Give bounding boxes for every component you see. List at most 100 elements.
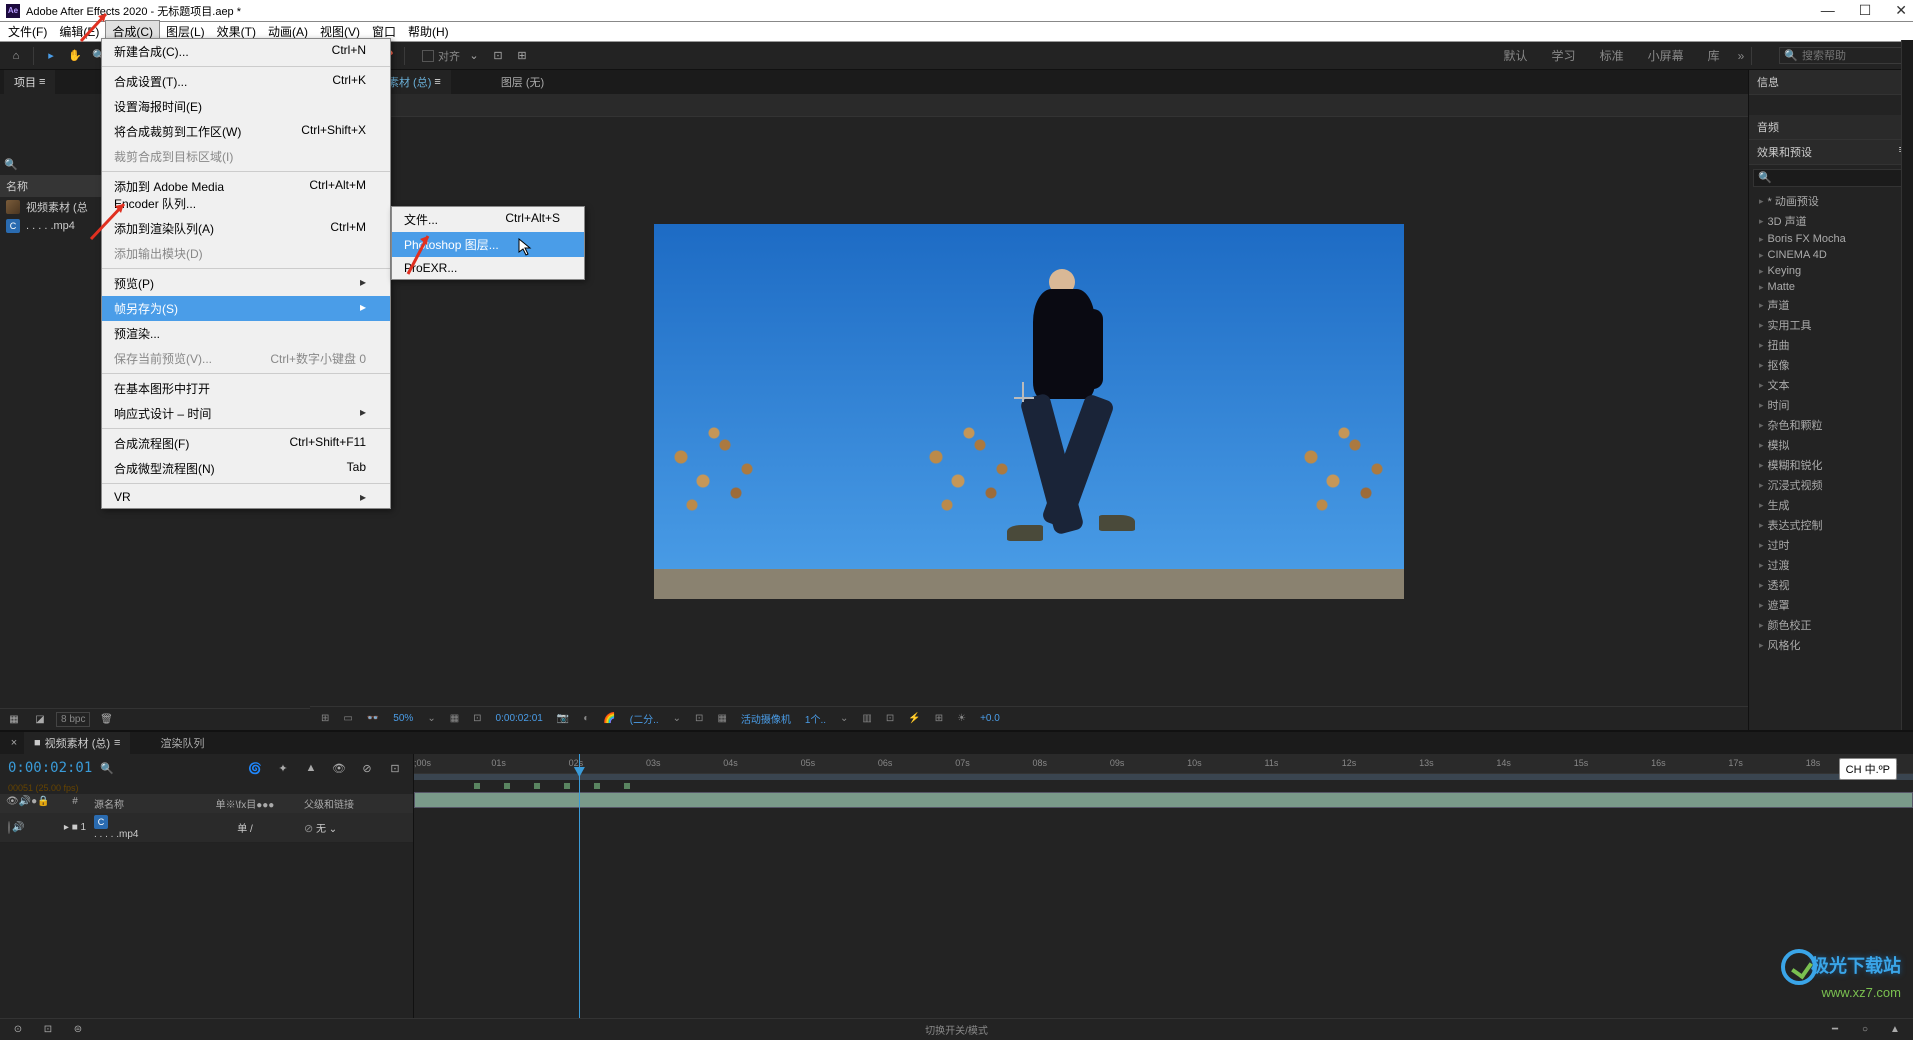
comp-breadcrumb[interactable]: 材 (总) — [310, 94, 1748, 117]
interpret-footage-icon[interactable]: ▦ — [4, 710, 24, 730]
preset-category[interactable]: ▸声道 — [1749, 295, 1913, 315]
menu-item[interactable]: 帧另存为(S)▸ — [102, 296, 390, 321]
keyframe-marker[interactable] — [474, 783, 480, 789]
menu-item[interactable]: 设置海报时间(E) — [102, 94, 390, 119]
preset-category[interactable]: ▸遮罩 — [1749, 595, 1913, 615]
preset-category[interactable]: ▸Boris FX Mocha — [1749, 231, 1913, 247]
layer-toggles[interactable]: 🔊 — [0, 822, 60, 833]
toggle-switches-icon[interactable]: ⊙ — [8, 1020, 28, 1040]
bpc-indicator[interactable]: 8 bpc — [56, 712, 90, 727]
region-icon[interactable]: ⊡ — [692, 713, 706, 724]
submenu-item[interactable]: 文件...Ctrl+Alt+S — [392, 207, 584, 232]
audio-icon[interactable]: 🔊 — [12, 822, 24, 833]
snap-options-icon[interactable]: ⌄ — [464, 46, 484, 66]
close-button[interactable]: ✕ — [1895, 2, 1907, 19]
zoom-chevron-icon[interactable]: ⌄ — [424, 713, 438, 724]
layer-row[interactable]: 🔊 ▸ ■ 1 C . . . . .mp4 单 / ⊘ 无 ⌄ — [0, 813, 413, 843]
guides-icon[interactable]: ⊡ — [470, 713, 484, 724]
render-queue-tab[interactable]: 渲染队列 — [150, 731, 214, 755]
current-timecode[interactable]: 0:00:02:01 — [8, 760, 92, 776]
preset-category[interactable]: ▸抠像 — [1749, 355, 1913, 375]
resolution-icon[interactable]: ▭ — [340, 713, 355, 724]
quality-chevron-icon[interactable]: ⌄ — [670, 713, 684, 724]
menu-item[interactable]: 添加到 Adobe Media Encoder 队列...Ctrl+Alt+M — [102, 174, 390, 216]
preset-category[interactable]: ▸模糊和锐化 — [1749, 455, 1913, 475]
preset-category[interactable]: ▸实用工具 — [1749, 315, 1913, 335]
menu-帮助h[interactable]: 帮助(H) — [402, 21, 455, 42]
keyframe-marker[interactable] — [594, 783, 600, 789]
color-mgmt-icon[interactable]: 🌈 — [600, 713, 618, 724]
time-ruler[interactable]: ;00s01s02s03s04s05s06s07s08s09s10s11s12s… — [414, 754, 1913, 774]
preset-category[interactable]: ▸风格化 — [1749, 635, 1913, 655]
zoom-in-icon[interactable]: ▲ — [1885, 1020, 1905, 1040]
layer-bar[interactable] — [414, 792, 1913, 808]
preset-category[interactable]: ▸扭曲 — [1749, 335, 1913, 355]
work-area-bar[interactable] — [414, 774, 1913, 780]
preset-category[interactable]: ▸表达式控制 — [1749, 515, 1913, 535]
preset-category[interactable]: ▸时间 — [1749, 395, 1913, 415]
audio-panel-header[interactable]: 音频 — [1749, 115, 1913, 140]
timeline-comp-tab[interactable]: ■ 视频素材 (总) ≡ — [24, 732, 130, 754]
mask-icon[interactable]: 👓 — [364, 713, 382, 724]
project-tab[interactable]: 项目 ≡ — [4, 70, 55, 94]
tl-tool-4[interactable]: 👁 — [329, 758, 349, 778]
workspace-标准[interactable]: 标准 — [1598, 43, 1626, 68]
zoom-out-icon[interactable]: ━ — [1825, 1020, 1845, 1040]
effects-panel-header[interactable]: 效果和预设≡ — [1749, 140, 1913, 165]
layer-parent[interactable]: ⊘ 无 ⌄ — [300, 820, 413, 835]
tl-tool-3[interactable]: ▲ — [301, 758, 321, 778]
preset-category[interactable]: ▸颜色校正 — [1749, 615, 1913, 635]
preset-category[interactable]: ▸文本 — [1749, 375, 1913, 395]
help-search-input[interactable] — [1802, 50, 1902, 62]
keyframe-marker[interactable] — [564, 783, 570, 789]
keyframe-marker[interactable] — [624, 783, 630, 789]
layer-tab[interactable]: 图层 (无) — [491, 70, 554, 94]
exposure-reset-icon[interactable]: ☀ — [954, 713, 969, 724]
grid-icon[interactable]: ▦ — [447, 713, 462, 724]
zoom-slider-handle[interactable]: ○ — [1855, 1020, 1875, 1040]
layer-name-cell[interactable]: C . . . . .mp4 — [90, 815, 190, 840]
panel-menu-icon[interactable]: ≡ — [39, 76, 45, 88]
workspace-默认[interactable]: 默认 — [1502, 43, 1530, 68]
toolbar-extra-1[interactable]: ⊡ — [488, 46, 508, 66]
maximize-button[interactable]: ☐ — [1859, 2, 1872, 19]
preset-category[interactable]: ▸Matte — [1749, 279, 1913, 295]
pickwhip-icon[interactable]: ⊘ — [304, 823, 313, 835]
toolbar-extra-2[interactable]: ⊞ — [512, 46, 532, 66]
ime-indicator[interactable]: CH 中.ºP — [1839, 758, 1897, 780]
trash-icon[interactable]: 🗑 — [96, 710, 116, 730]
views-dropdown[interactable]: 1个.. — [802, 711, 829, 726]
help-search[interactable]: 🔍 — [1779, 47, 1907, 64]
menu-item[interactable]: 预览(P)▸ — [102, 271, 390, 296]
preset-category[interactable]: ▸CINEMA 4D — [1749, 247, 1913, 263]
selection-tool[interactable]: ▸ — [41, 46, 61, 66]
views-chevron-icon[interactable]: ⌄ — [837, 713, 851, 724]
visibility-icon[interactable] — [8, 821, 10, 834]
toggle-modes-icon[interactable]: ⊡ — [38, 1020, 58, 1040]
preset-category[interactable]: ▸沉浸式视频 — [1749, 475, 1913, 495]
preset-search-input[interactable] — [1753, 169, 1909, 187]
panel-menu-icon[interactable]: ≡ — [434, 76, 440, 88]
preset-category[interactable]: ▸透视 — [1749, 575, 1913, 595]
quality-dropdown[interactable]: (二分.. — [627, 711, 662, 726]
view-layout-icon[interactable]: ▥ — [859, 713, 874, 724]
zoom-dropdown[interactable]: 50% — [390, 713, 416, 724]
preset-category[interactable]: ▸模拟 — [1749, 435, 1913, 455]
menu-item[interactable]: 添加到渲染队列(A)Ctrl+M — [102, 216, 390, 241]
menu-item[interactable]: 合成微型流程图(N)Tab — [102, 456, 390, 481]
menu-item[interactable]: 将合成裁剪到工作区(W)Ctrl+Shift+X — [102, 119, 390, 144]
transparency-icon[interactable]: ▦ — [714, 713, 729, 724]
preset-category[interactable]: ▸杂色和颗粒 — [1749, 415, 1913, 435]
hand-tool[interactable]: ✋ — [65, 46, 85, 66]
preset-category[interactable]: ▸Keying — [1749, 263, 1913, 279]
panel-menu-icon[interactable]: ≡ — [114, 737, 120, 749]
submenu-item[interactable]: Photoshop 图层... — [392, 232, 584, 257]
preset-category[interactable]: ▸过渡 — [1749, 555, 1913, 575]
preset-category[interactable]: ▸过时 — [1749, 535, 1913, 555]
preset-category[interactable]: ▸* 动画预设 — [1749, 191, 1913, 211]
info-panel-header[interactable]: 信息 — [1749, 70, 1913, 95]
snap-checkbox[interactable] — [422, 50, 434, 62]
camera-dropdown[interactable]: 活动摄像机 — [738, 711, 794, 726]
timeline-close-icon[interactable]: × — [4, 733, 24, 753]
pixel-aspect-icon[interactable]: ⊡ — [883, 713, 897, 724]
